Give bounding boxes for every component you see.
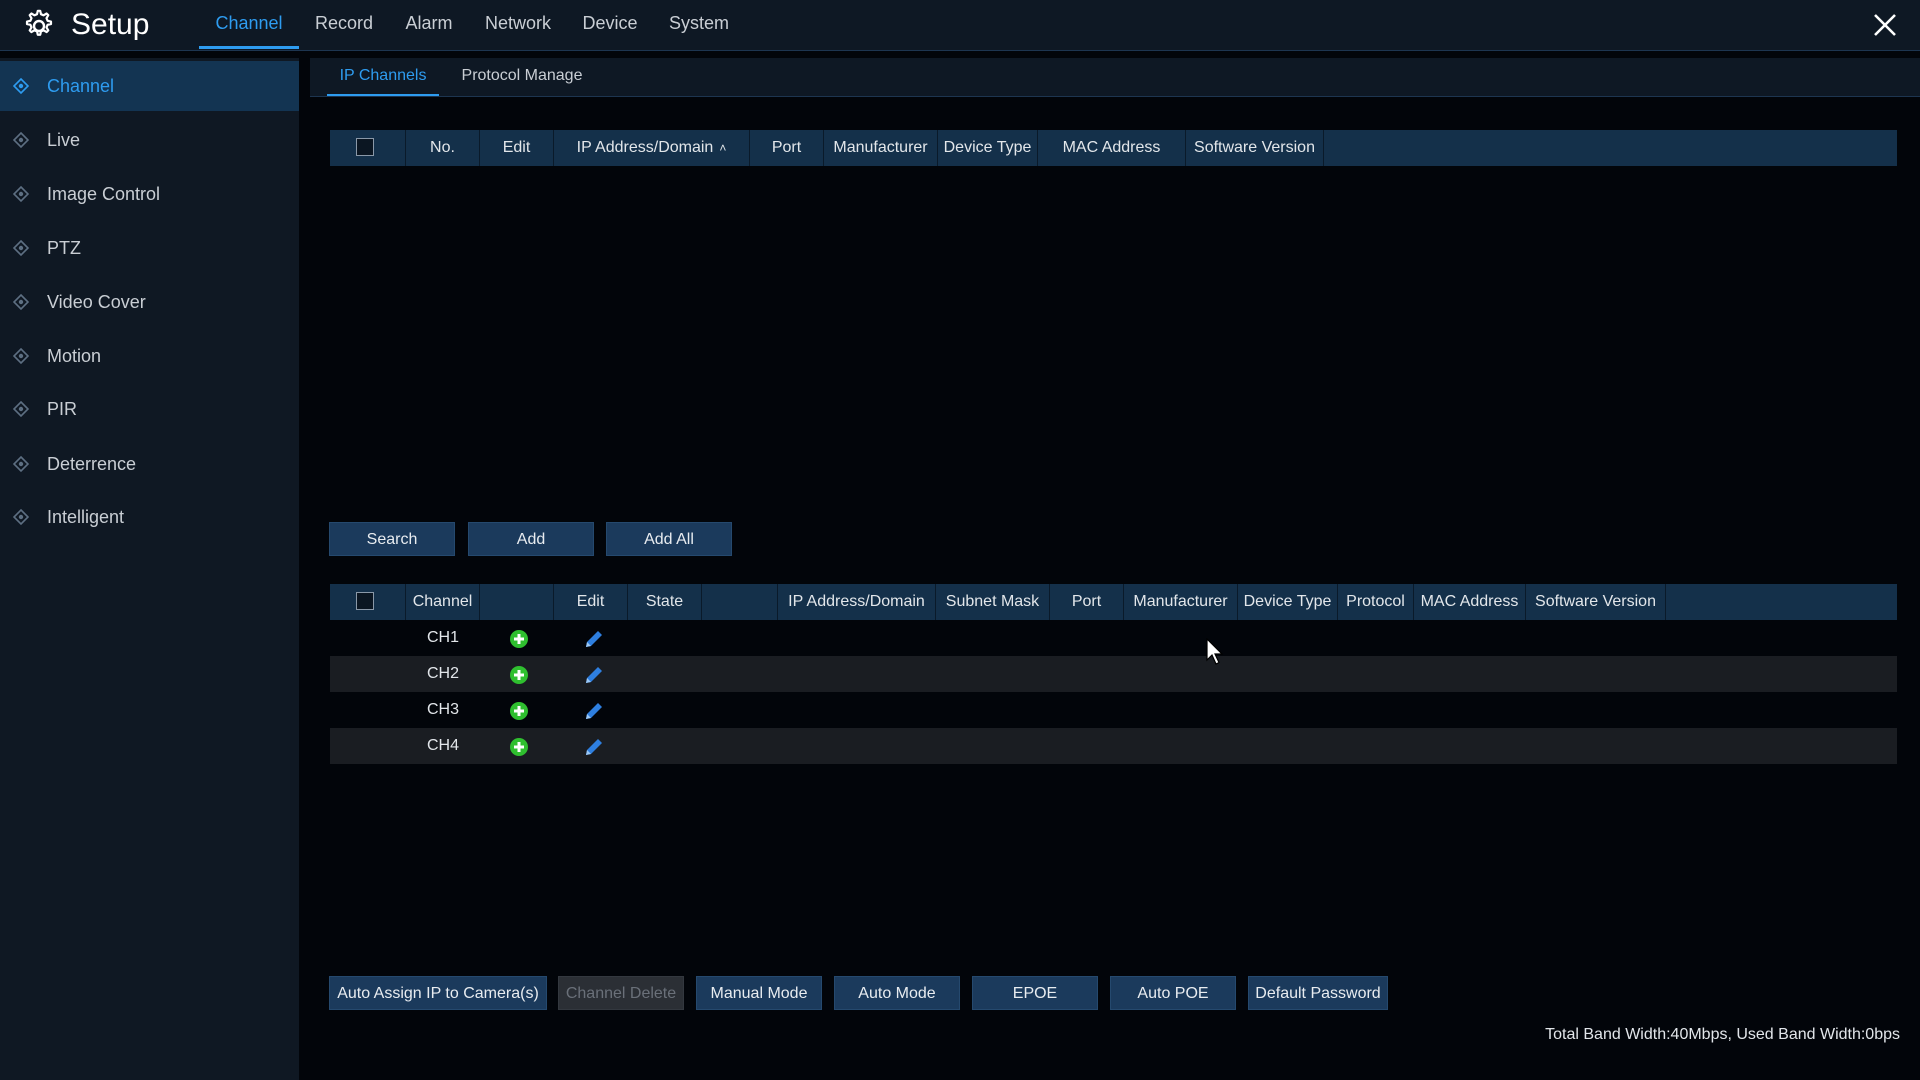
search-button[interactable]: Search — [329, 522, 455, 556]
sidebar-item-label: Live — [47, 130, 81, 150]
plus-circle-icon[interactable] — [509, 629, 529, 649]
column-header[interactable]: Channel — [406, 584, 480, 620]
select-all-cell — [330, 130, 406, 166]
gear-icon — [25, 9, 53, 36]
pencil-icon[interactable] — [583, 664, 605, 686]
channel-delete-button: Channel Delete — [558, 976, 684, 1010]
sidebar-item-label: PIR — [47, 399, 78, 419]
pencil-icon[interactable] — [583, 700, 605, 722]
column-header[interactable]: No. — [406, 130, 480, 166]
manual-mode-button[interactable]: Manual Mode — [696, 976, 822, 1010]
sidebar-item-label: Motion — [47, 346, 102, 366]
tab-alarm[interactable]: Alarm — [397, 0, 461, 46]
auto-poe-button[interactable]: Auto POE — [1110, 976, 1236, 1010]
table-row[interactable]: CH2 — [330, 656, 1897, 692]
sidebar-item-deterrence[interactable]: Deterrence — [0, 439, 299, 489]
channel-name: CH3 — [426, 701, 459, 718]
column-header[interactable]: Device Type — [938, 130, 1038, 166]
main-content: IP Channels Protocol Manage No. Edit IP … — [310, 58, 1920, 1080]
diamond-icon — [13, 78, 29, 94]
column-header[interactable]: Device Type — [1238, 584, 1338, 620]
tab-network[interactable]: Network — [478, 0, 558, 46]
column-header[interactable]: Subnet Mask — [936, 584, 1050, 620]
sidebar-item-live[interactable]: Live — [0, 115, 299, 165]
column-header[interactable]: MAC Address — [1414, 584, 1526, 620]
sidebar-item-video-cover[interactable]: Video Cover — [0, 277, 299, 327]
select-all-cell — [330, 584, 406, 620]
search-table-header: No. Edit IP Address/Domain ˄ Port Manufac… — [330, 130, 1897, 166]
plus-circle-icon[interactable] — [509, 701, 529, 721]
auto-mode-button[interactable]: Auto Mode — [834, 976, 960, 1010]
chevron-up-icon[interactable]: ˄ — [719, 130, 726, 166]
tab-protocol-manage[interactable]: Protocol Manage — [452, 58, 592, 94]
column-header-label: IP Address/Domain — [576, 139, 714, 156]
sidebar-item-pir[interactable]: PIR — [0, 384, 299, 434]
channel-table-header: Channel Edit State IP Address/Domain Sub… — [330, 584, 1897, 620]
tab-record[interactable]: Record — [308, 0, 380, 46]
diamond-icon — [13, 348, 29, 364]
column-header[interactable]: Manufacturer — [824, 130, 938, 166]
column-header-ip-address[interactable]: IP Address/Domain ˄ — [554, 130, 750, 166]
column-header — [480, 584, 554, 620]
diamond-icon — [13, 186, 29, 202]
mouse-cursor-icon — [1206, 638, 1224, 665]
sidebar-item-label: PTZ — [47, 238, 81, 258]
column-header[interactable]: State — [628, 584, 702, 620]
diamond-icon — [13, 132, 29, 148]
column-header[interactable]: Software Version — [1526, 584, 1666, 620]
diamond-icon — [13, 401, 29, 417]
column-header[interactable]: Port — [1050, 584, 1124, 620]
sub-tab-bar: IP Channels Protocol Manage — [310, 58, 1920, 97]
bandwidth-status: Total Band Width:40Mbps, Used Band Width… — [1545, 1026, 1900, 1043]
diamond-icon — [13, 294, 29, 310]
plus-circle-icon[interactable] — [509, 737, 529, 757]
sidebar-item-image-control[interactable]: Image Control — [0, 169, 299, 219]
close-icon[interactable] — [1872, 12, 1898, 38]
column-header[interactable]: Manufacturer — [1124, 584, 1238, 620]
select-all-checkbox[interactable] — [356, 592, 374, 610]
sidebar-item-label: Intelligent — [47, 507, 125, 527]
tab-device[interactable]: Device — [574, 0, 646, 46]
column-header — [702, 584, 778, 620]
column-header[interactable]: Port — [750, 130, 824, 166]
channel-name: CH2 — [426, 665, 459, 682]
column-header[interactable]: Edit — [554, 584, 628, 620]
tab-channel[interactable]: Channel — [199, 0, 299, 49]
top-bar: Setup Channel Record Alarm Network Devic… — [0, 0, 1920, 51]
sidebar-item-label: Video Cover — [47, 292, 146, 312]
column-header[interactable]: IP Address/Domain — [778, 584, 936, 620]
sidebar-item-motion[interactable]: Motion — [0, 331, 299, 381]
table-row[interactable]: CH3 — [330, 692, 1897, 728]
diamond-icon — [13, 456, 29, 472]
column-header[interactable]: Edit — [480, 130, 554, 166]
sidebar: Channel Live Image Control PTZ Video Cov… — [0, 58, 299, 1080]
app-title: Setup — [71, 8, 150, 41]
add-all-button[interactable]: Add All — [606, 522, 732, 556]
default-password-button[interactable]: Default Password — [1248, 976, 1388, 1010]
pencil-icon[interactable] — [583, 736, 605, 758]
column-header[interactable]: Protocol — [1338, 584, 1414, 620]
sidebar-item-ptz[interactable]: PTZ — [0, 223, 299, 273]
channel-name: CH1 — [426, 629, 459, 646]
pencil-icon[interactable] — [583, 628, 605, 650]
tab-ip-channels[interactable]: IP Channels — [327, 58, 439, 96]
sidebar-item-intelligent[interactable]: Intelligent — [0, 492, 299, 542]
diamond-icon — [13, 509, 29, 525]
auto-assign-ip-button[interactable]: Auto Assign IP to Camera(s) — [329, 976, 547, 1010]
sidebar-item-channel[interactable]: Channel — [0, 61, 299, 111]
table-row[interactable]: CH4 — [330, 728, 1897, 764]
sidebar-item-label: Deterrence — [47, 454, 137, 474]
epoe-button[interactable]: EPOE — [972, 976, 1098, 1010]
sidebar-item-label: Image Control — [47, 184, 161, 204]
column-header[interactable]: Software Version — [1186, 130, 1324, 166]
tab-system[interactable]: System — [662, 0, 736, 46]
channel-name: CH4 — [426, 737, 459, 754]
select-all-checkbox[interactable] — [356, 138, 374, 156]
add-button[interactable]: Add — [468, 522, 594, 556]
column-header[interactable]: MAC Address — [1038, 130, 1186, 166]
plus-circle-icon[interactable] — [509, 665, 529, 685]
sidebar-item-label: Channel — [47, 76, 115, 96]
diamond-icon — [13, 240, 29, 256]
table-row[interactable]: CH1 — [330, 620, 1897, 656]
